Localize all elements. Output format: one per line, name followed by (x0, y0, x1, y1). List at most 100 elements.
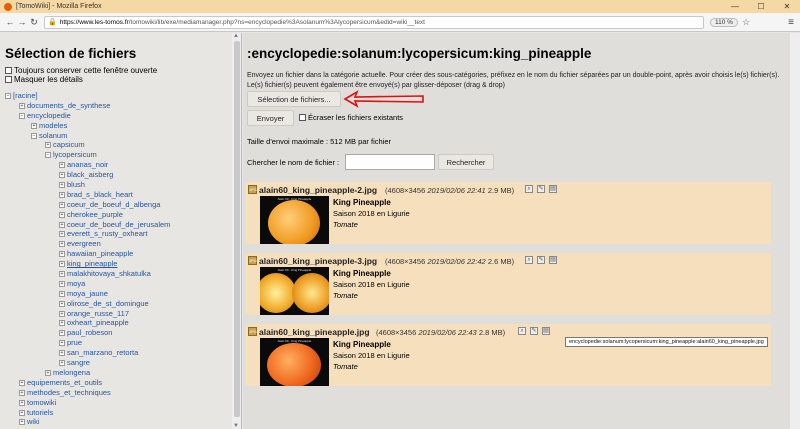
tree-item[interactable]: + malakhitovaya_shkatulka (0, 269, 241, 279)
tree-item[interactable]: + prue (0, 338, 241, 348)
tree-item-label[interactable]: everett_s_rusty_oxheart (67, 229, 147, 239)
tree-item-label[interactable]: san_marzano_retorta (67, 348, 138, 358)
hide-details-option[interactable]: Masquer les détails (5, 75, 241, 84)
overwrite-option[interactable]: Écraser les fichiers existants (299, 113, 403, 122)
expand-toggle-icon[interactable]: + (45, 369, 51, 376)
delete-icon[interactable]: ▤ (542, 327, 550, 335)
tree-item-label[interactable]: encyclopedie (27, 111, 71, 121)
reload-button[interactable]: ↻ (28, 17, 40, 28)
tree-item-label[interactable]: king_pineapple (67, 259, 117, 269)
expand-toggle-icon[interactable]: + (59, 350, 65, 357)
file-name-link[interactable]: alain60_king_pineapple.jpg (259, 327, 370, 337)
tree-item-label[interactable]: methodes_et_techniques (27, 388, 111, 398)
url-bar[interactable]: 🔒 https://www.les-tomos.fr /tomowiki/lib… (44, 15, 704, 29)
expand-toggle-icon[interactable]: + (59, 241, 65, 248)
expand-toggle-icon[interactable]: + (59, 201, 65, 208)
edit-icon[interactable]: ✎ (537, 256, 545, 264)
sidebar-scrollbar[interactable]: ▲ ▼ (232, 33, 241, 429)
file-thumbnail[interactable]: Alain 60 - King Pineapple (260, 267, 329, 315)
expand-toggle-icon[interactable]: + (59, 271, 65, 278)
tree-item-label[interactable]: documents_de_synthese (27, 101, 110, 111)
tree-item-label[interactable]: moya_jaune (67, 289, 108, 299)
expand-toggle-icon[interactable]: + (59, 310, 65, 317)
tree-item[interactable]: + modeles (0, 121, 241, 131)
hamburger-menu-icon[interactable]: ≡ (788, 17, 794, 28)
tree-item-label[interactable]: wiki (27, 417, 40, 427)
tree-item-label[interactable]: hawaiian_pineapple (67, 249, 133, 259)
expand-toggle-icon[interactable]: + (59, 221, 65, 228)
expand-toggle-icon[interactable]: + (59, 182, 65, 189)
tree-item[interactable]: + oxheart_pineapple (0, 318, 241, 328)
tree-item-label[interactable]: malakhitovaya_shkatulka (67, 269, 151, 279)
close-button[interactable]: ✕ (774, 0, 800, 13)
expand-toggle-icon[interactable]: + (59, 251, 65, 258)
tree-item-label[interactable]: solanum (39, 131, 67, 141)
tree-item-label[interactable]: ananas_noir (67, 160, 108, 170)
expand-toggle-icon[interactable]: + (59, 261, 65, 268)
expand-toggle-icon[interactable]: + (59, 340, 65, 347)
collapse-toggle-icon[interactable]: − (19, 112, 25, 119)
tree-item[interactable]: + capsicum (0, 140, 241, 150)
tree-item-label[interactable]: [racine] (13, 91, 38, 101)
tree-item[interactable]: + wiki (0, 417, 241, 427)
overwrite-checkbox[interactable] (299, 114, 306, 121)
delete-icon[interactable]: ▤ (549, 185, 557, 193)
expand-toggle-icon[interactable]: + (59, 300, 65, 307)
tree-item[interactable]: − [racine] (0, 91, 241, 101)
expand-toggle-icon[interactable]: + (19, 389, 25, 396)
tree-item[interactable]: + equipements_et_outils (0, 378, 241, 388)
collapse-toggle-icon[interactable]: − (5, 93, 11, 99)
expand-toggle-icon[interactable]: + (59, 162, 65, 169)
expand-toggle-icon[interactable]: + (59, 280, 65, 287)
collapse-toggle-icon[interactable]: − (45, 152, 51, 159)
bookmark-star-icon[interactable]: ☆ (742, 17, 750, 28)
tree-item[interactable]: + tutoriels (0, 408, 241, 418)
tree-item-label[interactable]: moya (67, 279, 85, 289)
tree-item[interactable]: + king_pineapple (0, 259, 241, 269)
edit-icon[interactable]: ✎ (537, 185, 545, 193)
tree-item-label[interactable]: lycopersicum (53, 150, 97, 160)
tree-item[interactable]: − solanum (0, 131, 241, 141)
file-name-link[interactable]: alain60_king_pineapple-3.jpg (259, 256, 377, 266)
tree-item[interactable]: + documents_de_synthese (0, 101, 241, 111)
expand-toggle-icon[interactable]: + (19, 409, 25, 416)
tree-item-label[interactable]: orange_russe_117 (67, 309, 129, 319)
magnify-icon[interactable]: ⌕ (518, 327, 526, 335)
tree-item-label[interactable]: cherokee_purple (67, 210, 123, 220)
tree-item[interactable]: + ananas_noir (0, 160, 241, 170)
tree-item[interactable]: + methodes_et_techniques (0, 388, 241, 398)
expand-toggle-icon[interactable]: + (59, 290, 65, 297)
file-thumbnail[interactable]: Alain 60 - King Pineapple (260, 196, 329, 244)
tree-item[interactable]: + sangre (0, 358, 241, 368)
tree-item[interactable]: − lycopersicum (0, 150, 241, 160)
magnify-icon[interactable]: ⌕ (525, 256, 533, 264)
tree-item[interactable]: + hawaiian_pineapple (0, 249, 241, 259)
expand-toggle-icon[interactable]: + (19, 419, 25, 426)
scroll-up-arrow-icon[interactable]: ▲ (233, 33, 239, 39)
tree-item[interactable]: + brad_s_black_heart (0, 190, 241, 200)
expand-toggle-icon[interactable]: + (59, 330, 65, 337)
file-name-link[interactable]: alain60_king_pineapple-2.jpg (259, 185, 377, 195)
magnify-icon[interactable]: ⌕ (525, 185, 533, 193)
tree-item-label[interactable]: oxheart_pineapple (67, 318, 129, 328)
expand-toggle-icon[interactable]: + (19, 399, 25, 406)
tree-item[interactable]: + olirose_de_st_domingue (0, 299, 241, 309)
tree-item-label[interactable]: tomowiki (27, 398, 56, 408)
tree-item[interactable]: + paul_robeson (0, 328, 241, 338)
keep-open-option[interactable]: Toujours conserver cette fenêtre ouverte (5, 66, 241, 75)
tree-item[interactable]: + cherokee_purple (0, 210, 241, 220)
collapse-toggle-icon[interactable]: − (31, 132, 37, 139)
delete-icon[interactable]: ▤ (549, 256, 557, 264)
tree-item[interactable]: − encyclopedie (0, 111, 241, 121)
tree-item[interactable]: + tomowiki (0, 398, 241, 408)
expand-toggle-icon[interactable]: + (45, 142, 51, 149)
zoom-indicator[interactable]: 110 % (710, 17, 738, 27)
tree-item[interactable]: + moya_jaune (0, 289, 241, 299)
tree-item-label[interactable]: paul_robeson (67, 328, 112, 338)
tree-item-label[interactable]: coeur_de_boeuf_de_jerusalem (67, 220, 170, 230)
tree-item[interactable]: + blush (0, 180, 241, 190)
tree-item[interactable]: + moya (0, 279, 241, 289)
tree-item[interactable]: + evergreen (0, 239, 241, 249)
file-thumbnail[interactable]: Alain 60 - King Pineapple (260, 338, 329, 386)
expand-toggle-icon[interactable]: + (59, 360, 65, 367)
